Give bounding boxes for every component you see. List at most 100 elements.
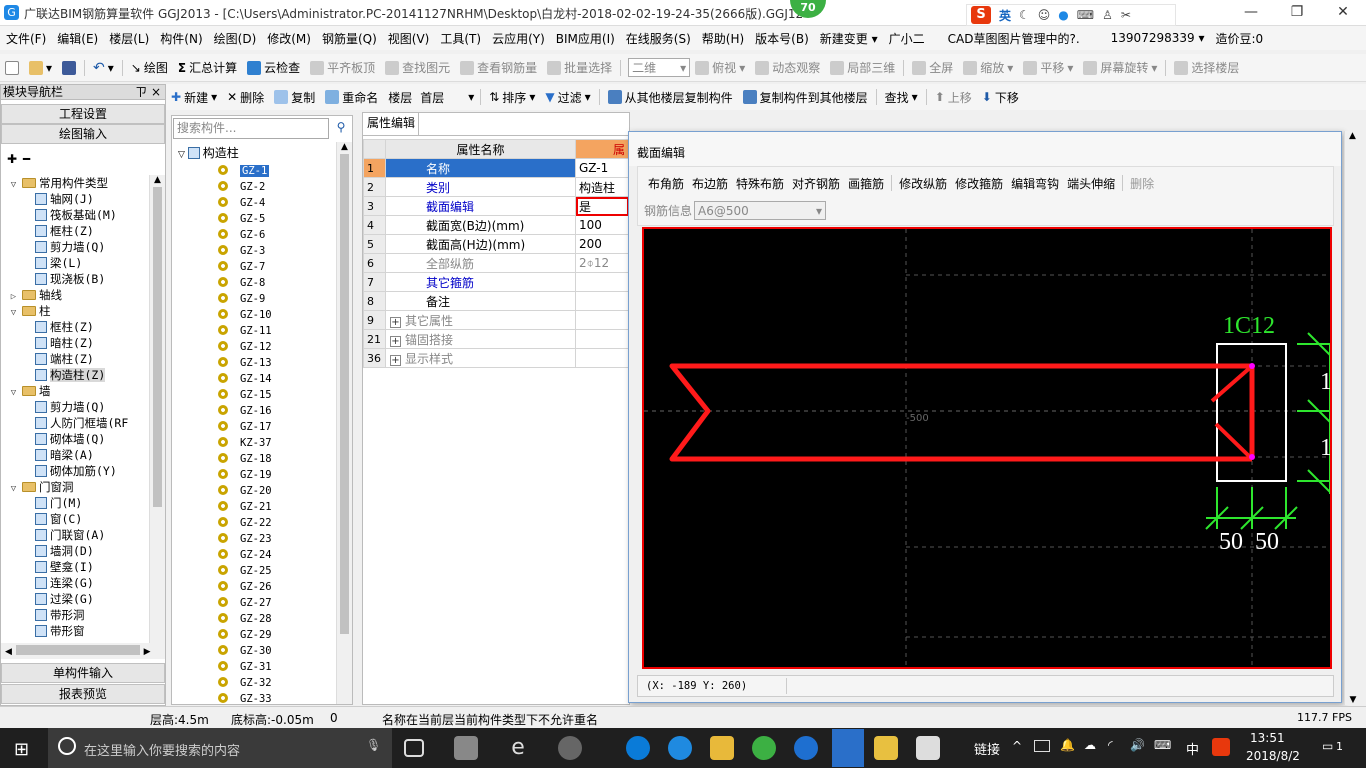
table-row[interactable]: 6 全部纵筋 2⌽12: [363, 253, 629, 273]
menu-draw[interactable]: 绘图(D): [214, 30, 257, 47]
dynamic-view-button[interactable]: 动态观察: [750, 59, 825, 76]
section-tool-button[interactable]: 删除: [1126, 175, 1158, 192]
table-row[interactable]: 7 其它箍筋: [363, 272, 629, 292]
rename-button[interactable]: 重命名: [320, 89, 383, 106]
nav-tree-item[interactable]: 砌体加筋(Y): [35, 463, 117, 479]
nav-folder[interactable]: ▽ 门窗洞: [9, 479, 74, 495]
user-icon[interactable]: ♙: [1102, 8, 1113, 22]
section-tool-button[interactable]: 编辑弯钩: [1007, 175, 1063, 192]
property-value[interactable]: [575, 310, 629, 330]
notification-center-icon[interactable]: ▭: [1322, 739, 1333, 753]
tray-app-icon[interactable]: [1034, 740, 1050, 752]
scroll-left-icon[interactable]: ◀: [5, 647, 12, 657]
floor-select[interactable]: 首层 ▾: [417, 88, 477, 107]
clock-time[interactable]: 13:51: [1250, 731, 1285, 745]
find-button[interactable]: 查找 ▾: [880, 89, 923, 106]
sum-button[interactable]: Σ 汇总计算: [173, 59, 242, 76]
list-item[interactable]: GZ-17: [172, 419, 272, 435]
scroll-right-icon[interactable]: ▶: [144, 647, 151, 657]
menu-help[interactable]: 帮助(H): [702, 30, 744, 47]
list-item[interactable]: GZ-27: [172, 595, 272, 611]
section-tool-button[interactable]: 修改纵筋: [895, 175, 951, 192]
property-value[interactable]: [575, 272, 629, 292]
nav-folder[interactable]: ▽ 常用构件类型: [9, 175, 108, 191]
collapse-icon[interactable]: ▽: [9, 485, 18, 494]
nav-scroll-thumb[interactable]: [153, 187, 162, 507]
single-input-button[interactable]: 单构件输入: [1, 663, 165, 683]
view-mode-select[interactable]: 二维 ▾: [628, 58, 691, 77]
section-canvas[interactable]: -500 1C12 50 50 1 1: [642, 227, 1332, 669]
collapse-icon[interactable]: ▽: [9, 389, 18, 398]
notes-icon[interactable]: [874, 736, 898, 760]
list-item[interactable]: GZ-3: [172, 243, 265, 259]
table-row[interactable]: 8 备注: [363, 291, 629, 311]
section-tool-button[interactable]: 对齐钢筋: [788, 175, 844, 192]
property-value[interactable]: 100: [575, 215, 629, 235]
property-value[interactable]: GZ-1: [575, 158, 629, 178]
expand-icon[interactable]: +: [390, 354, 401, 366]
chevron-up-icon[interactable]: ^: [1012, 739, 1022, 753]
menu-new-change[interactable]: 新建变更 ▾: [820, 30, 878, 47]
menu-edit[interactable]: 编辑(E): [57, 30, 98, 47]
new-file-button[interactable]: [0, 60, 24, 75]
settings-icon[interactable]: ✂: [1121, 8, 1131, 22]
pin-icon[interactable]: ㄗ ×: [135, 85, 161, 100]
move-up-button[interactable]: ⬆ 上移: [930, 89, 977, 106]
list-item[interactable]: GZ-4: [172, 195, 265, 211]
collapse-icon[interactable]: ▽: [9, 181, 18, 190]
help-app-icon[interactable]: [916, 736, 940, 760]
ime-indicator[interactable]: 中: [1186, 739, 1199, 758]
ggj-active-icon[interactable]: [832, 729, 864, 767]
list-item[interactable]: GZ-2: [172, 179, 265, 195]
nav-tree-item[interactable]: 轴网(J): [35, 191, 94, 207]
delete-button[interactable]: ✕ 删除: [222, 89, 269, 106]
nav-tree-item[interactable]: 过梁(G): [35, 591, 94, 607]
menu-floor[interactable]: 楼层(L): [109, 30, 149, 47]
stirrup-rebar[interactable]: [669, 363, 1252, 462]
list-item[interactable]: GZ-32: [172, 675, 272, 691]
list-item[interactable]: GZ-29: [172, 627, 272, 643]
list-item[interactable]: GZ-20: [172, 483, 272, 499]
scroll-up-icon[interactable]: ▲: [337, 142, 352, 152]
expand-all-icon[interactable]: ✚: [7, 152, 17, 166]
edge-icon[interactable]: [626, 736, 650, 760]
expand-icon[interactable]: +: [390, 316, 401, 328]
section-tool-button[interactable]: 布边筋: [688, 175, 732, 192]
nav-tree-item[interactable]: 连梁(G): [35, 575, 94, 591]
list-item[interactable]: GZ-22: [172, 515, 272, 531]
list-item[interactable]: GZ-12: [172, 339, 272, 355]
glodon-g-icon[interactable]: [794, 736, 818, 760]
table-row[interactable]: 21 + 锚固搭接: [363, 329, 629, 349]
mic-icon[interactable]: 🎙: [366, 738, 381, 752]
nav-folder[interactable]: ▽ 柱: [9, 303, 51, 319]
zoom-button[interactable]: 缩放 ▾: [958, 59, 1018, 76]
table-row[interactable]: 36 + 显示样式: [363, 348, 629, 368]
list-item[interactable]: GZ-21: [172, 499, 272, 515]
collapse-icon[interactable]: ▽: [178, 150, 188, 160]
draw-button[interactable]: ↘ 绘图: [126, 59, 173, 76]
nav-tree-item[interactable]: 壁龛(I): [35, 559, 94, 575]
cloud-check-button[interactable]: 云检查: [242, 59, 305, 76]
save-button[interactable]: [57, 60, 81, 75]
list-scrollbar[interactable]: ▲: [336, 142, 352, 704]
menu-component[interactable]: 构件(N): [160, 30, 202, 47]
nav-tree-item[interactable]: 带形窗: [35, 623, 85, 639]
fullscreen-button[interactable]: 全屏: [907, 59, 958, 76]
mic-icon[interactable]: ●: [1058, 8, 1068, 22]
menu-cad[interactable]: CAD草图图片管理中的?.: [948, 30, 1080, 47]
report-preview-button[interactable]: 报表预览: [1, 684, 165, 704]
taskbar-link[interactable]: 链接: [974, 739, 1000, 758]
table-row[interactable]: 4 截面宽(B边)(mm) 100: [363, 215, 629, 235]
list-item[interactable]: GZ-23: [172, 531, 272, 547]
search-icon[interactable]: ⚲: [331, 118, 351, 139]
nav-tree-item[interactable]: 剪力墙(Q): [35, 239, 105, 255]
list-item[interactable]: GZ-5: [172, 211, 265, 227]
list-item[interactable]: GZ-18: [172, 451, 272, 467]
nav-tree-item[interactable]: 暗柱(Z): [35, 335, 94, 351]
sort-button[interactable]: ⇅ 排序 ▾: [484, 89, 540, 106]
fan-app-icon[interactable]: [454, 736, 478, 760]
rotate-button[interactable]: 屏幕旋转 ▾: [1078, 59, 1162, 76]
nav-folder[interactable]: ▽ 墙: [9, 383, 51, 399]
hook-bottom[interactable]: [1214, 422, 1254, 461]
taskbar-search[interactable]: 在这里输入你要搜索的内容 🎙: [48, 728, 392, 768]
